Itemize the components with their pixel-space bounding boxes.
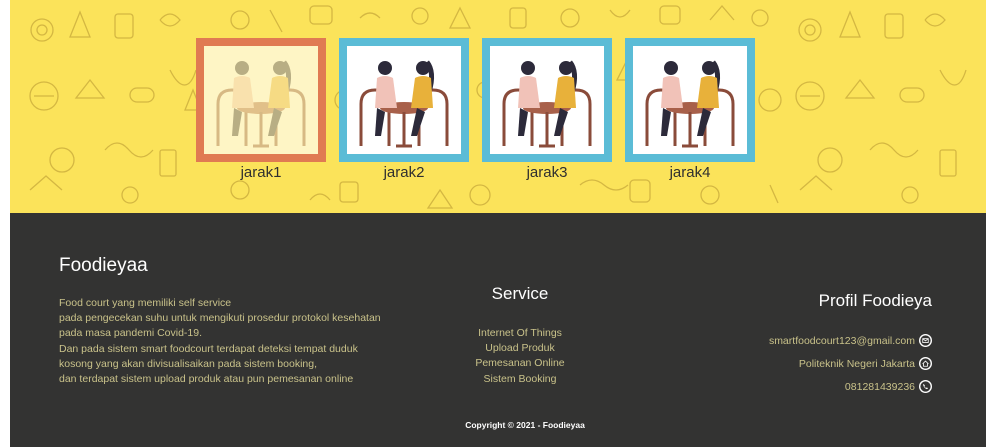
seat-card-jarak3[interactable] <box>482 38 612 162</box>
seat-card-jarak4[interactable] <box>625 38 755 162</box>
about-line: pada masa pandemi Covid-19. <box>59 327 203 340</box>
contact-email: smartfoodcourt123@gmail.com <box>769 334 932 347</box>
footer-about-text: Food court yang memiliki self service pa… <box>59 296 419 387</box>
service-heading: Service <box>491 284 549 303</box>
home-icon <box>919 357 932 370</box>
footer-brand-title: Foodieyaa <box>59 255 148 276</box>
about-line: dan terdapat sistem upload produk atau p… <box>59 373 354 386</box>
contact-phone: 081281439236 <box>845 380 932 393</box>
couple-dining-illustration <box>645 60 735 148</box>
contact-institution: Politeknik Negeri Jakarta <box>799 357 932 370</box>
seat-card-jarak1[interactable] <box>196 38 326 162</box>
profile-heading: Profil Foodieya <box>818 291 932 310</box>
seat-banner: jarak1 jarak2 jarak3 jarak4 <box>10 0 986 213</box>
seat-card-jarak2[interactable] <box>339 38 469 162</box>
about-line: pada pengecekan suhu untuk mengikuti pro… <box>59 312 381 325</box>
email-text: smartfoodcourt123@gmail.com <box>768 334 915 347</box>
service-link-upload-produk[interactable]: Upload Produk <box>440 341 600 356</box>
seat-label-jarak1: jarak1 <box>240 164 282 181</box>
couple-dining-illustration <box>359 60 449 148</box>
service-link-iot[interactable]: Internet Of Things <box>440 326 600 341</box>
service-link-sistem-booking[interactable]: Sistem Booking <box>440 372 600 387</box>
phone-icon <box>919 380 932 393</box>
copyright-text: Copyright © 2021 - Foodieyaa <box>465 420 585 430</box>
site-footer: Foodieyaa Food court yang memiliki self … <box>10 213 986 447</box>
seat-label-jarak4: jarak4 <box>669 164 711 181</box>
institution-text: Politeknik Negeri Jakarta <box>798 357 915 370</box>
service-link-pemesanan-online[interactable]: Pemesanan Online <box>440 356 600 371</box>
couple-dining-illustration <box>502 60 592 148</box>
seat-label-jarak2: jarak2 <box>383 164 425 181</box>
phone-text: 081281439236 <box>844 380 915 393</box>
service-links: Internet Of Things Upload Produk Pemesan… <box>440 326 600 387</box>
about-line: Dan pada sistem smart foodcourt terdapat… <box>59 342 358 355</box>
mail-icon <box>919 334 932 347</box>
about-line: kosong yang akan divisualisaikan pada si… <box>59 357 317 370</box>
about-line: Food court yang memiliki self service <box>59 297 232 309</box>
seat-label-jarak3: jarak3 <box>526 164 568 181</box>
couple-dining-illustration <box>216 60 306 148</box>
